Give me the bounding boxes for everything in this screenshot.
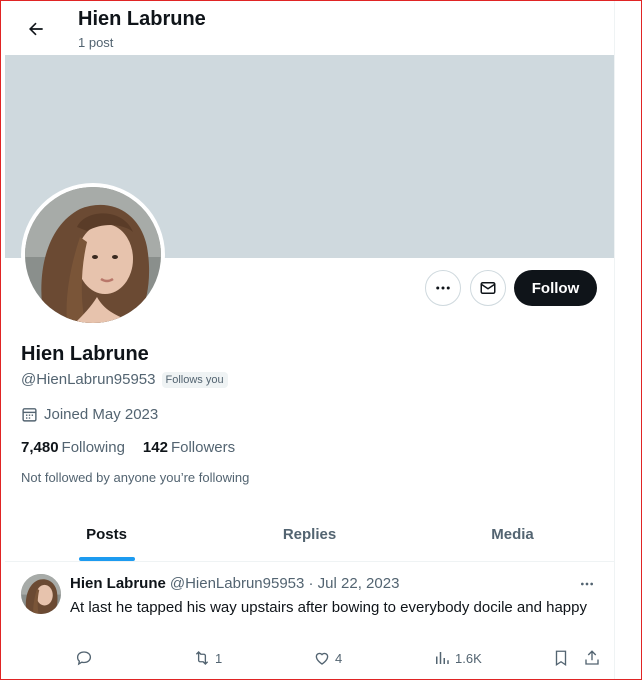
active-tab-indicator <box>78 557 135 561</box>
joined-text: Joined May 2023 <box>44 406 159 423</box>
follows-you-badge: Follows you <box>161 371 228 388</box>
tab-posts[interactable]: Posts <box>5 508 208 561</box>
following-link[interactable]: 7,480 Following <box>21 439 125 456</box>
post-actions: 1 4 1.6K <box>70 649 605 669</box>
back-button[interactable] <box>19 12 53 46</box>
handle-row: @HienLabrun95953 Follows you <box>21 371 228 388</box>
calendar-icon <box>22 408 37 422</box>
tab-label: Posts <box>86 526 127 543</box>
more-icon <box>581 582 593 586</box>
profile-tabs: Posts Replies Media <box>5 508 614 562</box>
tab-replies[interactable]: Replies <box>208 508 411 561</box>
like-count: 4 <box>335 650 343 666</box>
profile-avatar[interactable] <box>21 183 165 327</box>
post-handle-date: @HienLabrun95953 · Jul 22, 2023 <box>169 575 400 592</box>
more-options-button[interactable] <box>425 270 461 306</box>
retweet-button[interactable]: 1 <box>193 649 222 667</box>
following-count: 7,480 <box>21 439 59 456</box>
post-author-name[interactable]: Hien Labrune <box>70 575 166 592</box>
mail-icon <box>480 282 496 294</box>
header-title: Hien Labrune <box>78 8 206 30</box>
reply-button[interactable] <box>75 649 93 667</box>
more-icon <box>436 286 450 290</box>
back-arrow-icon <box>29 22 43 36</box>
post-text: At last he tapped his way upstairs after… <box>70 599 587 616</box>
joined-date: Joined May 2023 <box>21 406 158 423</box>
bookmark-icon <box>555 650 567 667</box>
share-icon <box>585 650 599 665</box>
bookmark-button[interactable] <box>552 649 570 667</box>
post-item[interactable]: Hien Labrune @HienLabrun95953 · Jul 22, … <box>5 563 614 680</box>
post-avatar[interactable] <box>21 574 61 614</box>
tab-label: Replies <box>282 526 337 543</box>
views-button[interactable]: 1.6K <box>433 649 482 667</box>
tab-media[interactable]: Media <box>411 508 614 561</box>
reply-icon <box>76 651 92 666</box>
profile-name: Hien Labrune <box>21 343 149 365</box>
retweet-icon <box>195 651 209 665</box>
right-side-strip <box>614 1 640 679</box>
follow-button[interactable]: Follow <box>514 270 597 306</box>
message-button[interactable] <box>470 270 506 306</box>
not-followed-note: Not followed by anyone you’re following <box>21 470 250 485</box>
post-more-button[interactable] <box>577 575 597 593</box>
followers-link[interactable]: 142 Followers <box>143 439 235 456</box>
profile-handle: @HienLabrun95953 <box>21 371 156 388</box>
following-label: Following <box>61 439 125 456</box>
profile-header: Hien Labrune 1 post <box>5 0 614 55</box>
views-icon <box>436 652 449 664</box>
follow-counts: 7,480 Following 142 Followers <box>21 439 235 456</box>
avatar-image <box>25 187 161 323</box>
followers-count: 142 <box>142 439 168 456</box>
retweet-count: 1 <box>215 650 223 666</box>
share-button[interactable] <box>583 649 601 667</box>
header-post-count: 1 post <box>78 35 114 50</box>
tab-label: Media <box>491 526 534 543</box>
views-count: 1.6K <box>455 650 482 666</box>
like-button[interactable]: 4 <box>313 649 342 667</box>
like-icon <box>315 652 329 665</box>
post-header: Hien Labrune @HienLabrun95953 · Jul 22, … <box>70 575 399 592</box>
followers-label: Followers <box>170 439 236 456</box>
